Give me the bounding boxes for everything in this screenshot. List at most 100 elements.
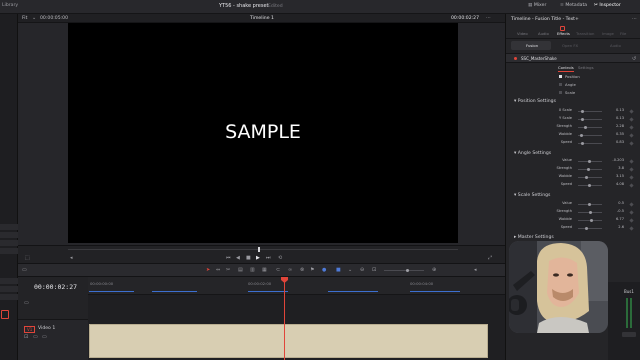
flag-icon[interactable]: ⚑ [310,268,314,273]
left-panel-row[interactable] [0,278,18,284]
keyframe-icon[interactable] [629,226,634,231]
inspector-toggle[interactable]: ✂ Inspector [594,3,621,9]
metadata-toggle[interactable]: ≡ Metadata [560,3,587,9]
stop-icon[interactable]: ■ [246,256,251,261]
video-frame[interactable]: SAMPLE [68,23,458,243]
blade-tool-icon[interactable]: ✂ [226,268,230,273]
angle-speed-slider[interactable] [578,184,602,187]
row-value[interactable]: 0.13 [606,116,624,121]
layout-icon[interactable]: ▭ [22,268,27,273]
skip-end-icon[interactable]: ⏭ [266,256,271,261]
settings-tab[interactable]: Settings [578,66,594,70]
position-checkbox[interactable] [559,75,562,78]
scale-speed-slider[interactable] [578,227,602,230]
chevron-down-icon[interactable]: ⌄ [348,268,352,273]
row-value[interactable]: 3.15 [606,174,624,179]
scale-checkbox[interactable] [559,91,562,94]
left-panel-row[interactable] [0,286,18,292]
lock-icon[interactable]: ⊡ [24,335,28,340]
timeline-name-dropdown[interactable]: Timeline 1 [250,16,274,22]
zoom-out-icon[interactable]: ⊖ [360,268,364,273]
rewind-icon[interactable]: ◀ [236,256,240,261]
keyframe-icon[interactable] [629,210,634,215]
angle-value-slider[interactable] [578,160,602,163]
row-value[interactable]: 0.5 [606,201,624,206]
row-value[interactable]: -0.203 [606,158,624,163]
left-panel-row[interactable] [0,224,18,230]
tab-transition[interactable]: Transition [576,32,594,36]
fader-control[interactable] [622,332,636,337]
reset-icon[interactable]: ↺ [632,56,636,62]
chevron-down-icon[interactable]: ⌄ [32,16,36,21]
row-value[interactable]: 6.77 [606,217,624,222]
keyframe-icon[interactable] [629,175,634,180]
play-icon[interactable]: ▶ [256,256,260,261]
subtab-openfx[interactable]: Open FX [562,43,578,48]
keyframe-icon[interactable] [629,109,634,114]
track-options-icon[interactable]: ▭ [24,301,29,306]
row-value[interactable]: 0.83 [606,140,624,145]
tool-header[interactable]: SSC_MasterShake ↺ [506,53,640,63]
tab-image[interactable]: Image [602,32,614,36]
master-settings-header[interactable]: ▸ Master Settings [514,235,554,241]
track-header-v1[interactable]: V1 Video 1 ⊡ ▭ ▭ [18,319,88,360]
left-panel-row[interactable] [0,232,18,238]
fullscreen-icon[interactable]: ⤢ [488,256,492,261]
row-value[interactable]: 3.8 [606,166,624,171]
options-icon[interactable]: ⋯ [486,16,491,21]
loop-icon[interactable]: ⟲ [278,256,282,261]
audio-meter-icon[interactable]: ◂ [474,268,477,273]
scale-strength-slider[interactable] [578,211,602,214]
angle-settings-header[interactable]: ▾ Angle Settings [514,151,551,157]
zoom-dropdown[interactable]: Fit [22,16,27,22]
keyframe-icon[interactable] [629,183,634,188]
playhead[interactable] [284,280,285,360]
angle-checkbox[interactable] [559,83,562,86]
row-value[interactable]: 4.08 [606,182,624,187]
left-panel-row[interactable] [0,294,18,300]
scale-settings-header[interactable]: ▾ Scale Settings [514,193,550,199]
keyframe-icon[interactable] [629,117,634,122]
row-value[interactable]: -0.5 [606,209,624,214]
x-scale-slider[interactable] [578,110,602,113]
angle-strength-slider[interactable] [578,168,602,171]
subtab-audio[interactable]: Audio [610,43,621,48]
skip-start-icon[interactable]: ⏮ [226,256,231,261]
speed-slider[interactable] [578,142,602,145]
disable-track-icon[interactable]: ▭ [42,335,47,340]
timeline-clip[interactable] [89,324,488,358]
scale-wobble-slider[interactable] [578,219,602,222]
position-lock-icon[interactable]: ⊗ [300,268,304,273]
auto-select-icon[interactable]: ▭ [33,335,38,340]
keyframe-icon[interactable] [629,218,634,223]
scale-value-slider[interactable] [578,203,602,206]
overwrite-icon[interactable]: ▥ [250,268,255,273]
zoom-fit-icon[interactable]: ⊡ [372,268,376,273]
media-library-label[interactable]: Library [2,3,18,9]
subtab-fusion[interactable]: Fusion [511,41,551,50]
zoom-slider-knob[interactable] [406,269,409,272]
marker-icon[interactable]: ● [322,268,326,273]
keyframe-icon[interactable] [629,159,634,164]
keyframe-icon[interactable] [629,202,634,207]
timeline-ruler[interactable]: 00:00:00:00 00:00:02:00 00:00:04:00 [88,277,505,295]
insert-icon[interactable]: ▤ [238,268,243,273]
tool-enable-icon[interactable] [514,57,517,60]
angle-wobble-slider[interactable] [578,176,602,179]
position-settings-header[interactable]: ▾ Position Settings [514,99,556,105]
keyframe-icon[interactable] [629,133,634,138]
keyframe-icon[interactable] [629,141,634,146]
wobble-slider[interactable] [578,134,602,137]
keyframe-icon[interactable] [629,167,634,172]
row-value[interactable]: 2.6 [606,225,624,230]
track-id[interactable]: V1 [24,326,36,333]
strength-slider[interactable] [578,126,602,129]
scrubber-handle[interactable] [258,247,260,252]
mixer-toggle[interactable]: ▦ Mixer [528,3,546,9]
link-icon[interactable]: ∞ [288,268,292,273]
scrubber-track[interactable] [68,249,458,250]
marker-blue-icon[interactable]: ■ [336,268,341,273]
zoom-in-icon[interactable]: ⊕ [432,268,436,273]
row-value[interactable]: 0.13 [606,108,624,113]
y-scale-slider[interactable] [578,118,602,121]
